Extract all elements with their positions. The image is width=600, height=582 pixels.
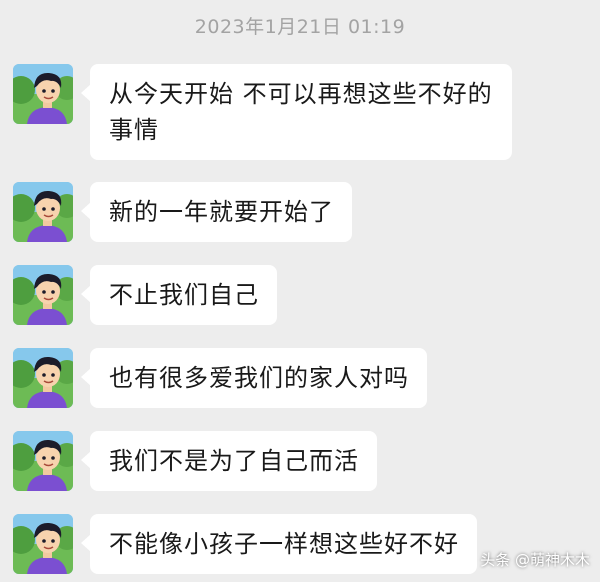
- message-bubble[interactable]: 不止我们自己: [81, 265, 277, 325]
- message-row: 我们不是为了自己而活: [13, 431, 377, 491]
- message-bubble[interactable]: 新的一年就要开始了: [81, 182, 352, 242]
- avatar[interactable]: [13, 431, 73, 491]
- avatar[interactable]: [13, 265, 73, 325]
- message-row: 新的一年就要开始了: [13, 182, 352, 242]
- message-row: 从今天开始 不可以再想这些不好的事情: [13, 64, 512, 160]
- avatar[interactable]: [13, 514, 73, 574]
- message-bubble[interactable]: 不能像小孩子一样想这些好不好: [81, 514, 477, 574]
- chat-timestamp: 2023年1月21日 01:19: [194, 16, 406, 38]
- avatar[interactable]: [13, 348, 73, 408]
- message-row: 也有很多爱我们的家人对吗: [13, 348, 427, 408]
- avatar[interactable]: [13, 64, 73, 124]
- avatar[interactable]: [13, 182, 73, 242]
- message-bubble[interactable]: 我们不是为了自己而活: [81, 431, 377, 491]
- message-bubble[interactable]: 也有很多爱我们的家人对吗: [81, 348, 427, 408]
- message-bubble[interactable]: 从今天开始 不可以再想这些不好的事情: [81, 64, 512, 160]
- message-row: 不能像小孩子一样想这些好不好: [13, 514, 477, 574]
- message-row: 不止我们自己: [13, 265, 277, 325]
- watermark: 头条 @萌神木木: [480, 551, 590, 569]
